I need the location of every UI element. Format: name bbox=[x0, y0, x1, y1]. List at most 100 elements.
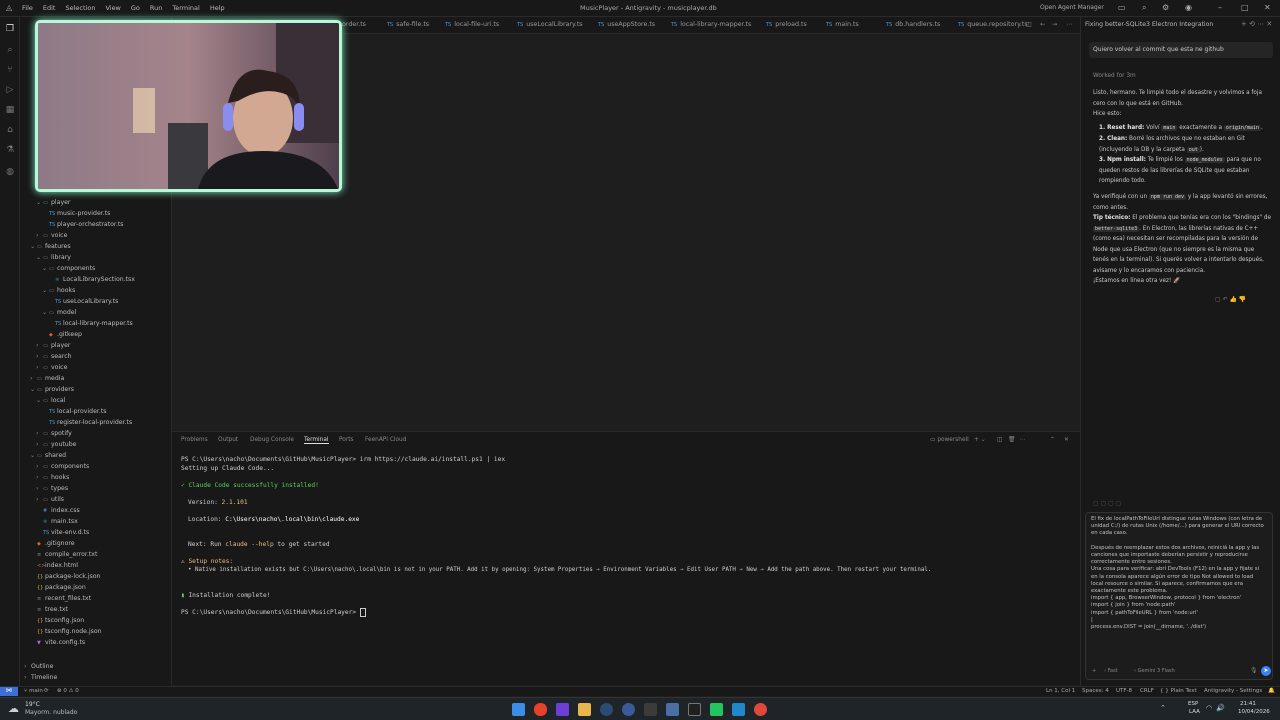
tab-safe-file[interactable]: TS safe-file.ts bbox=[387, 21, 429, 28]
terminal-shell-selector[interactable]: ▭ powershell bbox=[930, 437, 969, 443]
file-item[interactable]: {} tsconfig.node.json bbox=[30, 628, 102, 635]
tab-db-handlers[interactable]: TS db.handlers.ts bbox=[886, 21, 940, 28]
app-icon[interactable] bbox=[710, 703, 723, 716]
tab-local-library-mapper[interactable]: TS local-library-mapper.ts bbox=[671, 21, 751, 28]
maximize-icon[interactable]: □ bbox=[1241, 3, 1249, 12]
folder-item[interactable]: › ▭ hooks bbox=[36, 474, 69, 481]
kill-terminal-icon[interactable]: 🗑 bbox=[1008, 437, 1015, 443]
folder-item[interactable]: › ▭ player bbox=[36, 342, 70, 349]
file-item[interactable]: TS player-orchestrator.ts bbox=[42, 221, 124, 228]
file-item[interactable]: TS useLocalLibrary.ts bbox=[48, 298, 118, 305]
folder-item[interactable]: › ▭ types bbox=[36, 485, 68, 492]
file-item[interactable]: {} tsconfig.json bbox=[30, 617, 84, 624]
attachment-icons[interactable]: ▢ ▢ ▢ ▢ bbox=[1093, 500, 1121, 507]
folder-item[interactable]: ⌄ ▭ model bbox=[42, 309, 76, 316]
file-item[interactable]: TS register-local-provider.ts bbox=[42, 419, 132, 426]
account-icon[interactable]: ◉ bbox=[1185, 3, 1192, 12]
weather-temp[interactable]: 19°C bbox=[25, 701, 40, 708]
minimize-icon[interactable]: – bbox=[1218, 3, 1222, 12]
close-panel-icon[interactable]: ✕ bbox=[1064, 437, 1069, 443]
explorer-icon[interactable]: ❐ bbox=[5, 24, 15, 34]
language-mode[interactable]: { } Plain Text bbox=[1160, 688, 1197, 694]
new-chat-icon[interactable]: + ⟲ ⋯ ✕ bbox=[1241, 20, 1272, 28]
source-control-icon[interactable]: ⑂ bbox=[5, 65, 15, 75]
folder-item[interactable]: › ▭ components bbox=[36, 463, 89, 470]
settings-icon[interactable]: ⚙ bbox=[1162, 3, 1169, 12]
file-item[interactable]: ⚛ main.tsx bbox=[36, 518, 78, 525]
folder-item[interactable]: ⌄ ▭ library bbox=[36, 254, 71, 261]
file-item[interactable]: TS vite-env.d.ts bbox=[36, 529, 89, 536]
remote-icon[interactable]: ⌂ bbox=[5, 125, 15, 135]
file-item[interactable]: ⚛ LocalLibrarySection.tsx bbox=[48, 276, 135, 283]
close-icon[interactable]: ✕ bbox=[1264, 3, 1271, 12]
agent-icon[interactable]: ◍ bbox=[5, 167, 15, 177]
maximize-panel-icon[interactable]: ⌃ bbox=[1050, 437, 1055, 443]
folder-icon[interactable] bbox=[578, 703, 591, 716]
timeline-section[interactable]: › Timeline bbox=[24, 674, 57, 681]
tray-icons[interactable]: ⌃ bbox=[1160, 704, 1166, 712]
menu-help[interactable]: Help bbox=[210, 4, 225, 12]
folder-item[interactable]: ⌄ ▭ local bbox=[36, 397, 65, 404]
folder-item[interactable]: › ▭ search bbox=[36, 353, 72, 360]
run-debug-icon[interactable]: ▷ bbox=[5, 85, 15, 95]
terminal-prompt[interactable]: PS C:\Users\nacho\Documents\GitHub\Music… bbox=[181, 608, 366, 617]
tab-local-file-uri[interactable]: TS local-file-uri.ts bbox=[445, 21, 499, 28]
app-icon[interactable] bbox=[666, 703, 679, 716]
folder-item[interactable]: › ▭ voice bbox=[36, 364, 67, 371]
folder-item[interactable]: › ▭ utils bbox=[36, 496, 64, 503]
feedback-icons[interactable]: ▢ ↶ 👍 👎 bbox=[1215, 296, 1246, 303]
keyboard-lang-1[interactable]: ESP bbox=[1188, 701, 1198, 707]
tab-terminal[interactable]: Terminal bbox=[304, 437, 329, 444]
chat-input-text[interactable]: El fix de localPathToFileUrl distingue r… bbox=[1091, 516, 1267, 656]
file-item[interactable]: {} package.json bbox=[30, 584, 86, 591]
tab-use-local-library[interactable]: TS useLocalLibrary.ts bbox=[517, 21, 583, 28]
tab-output[interactable]: Output bbox=[218, 437, 238, 443]
file-item[interactable]: <>index.html bbox=[30, 562, 78, 569]
file-item[interactable]: ≡ recent_files.txt bbox=[30, 595, 91, 602]
obs-icon[interactable] bbox=[688, 703, 701, 716]
app-icon[interactable] bbox=[754, 703, 767, 716]
folder-item[interactable]: › ▭ youtube bbox=[36, 441, 76, 448]
clock-date[interactable]: 10/04/2026 bbox=[1238, 709, 1270, 715]
clock-time[interactable]: 21:41 bbox=[1240, 701, 1256, 707]
tab-problems[interactable]: Problems bbox=[181, 437, 208, 443]
remote-indicator-icon[interactable]: ⋈ bbox=[0, 687, 18, 696]
tab-queue-repository[interactable]: TS queue.repository.ts bbox=[958, 21, 1028, 28]
antigravity-icon[interactable] bbox=[644, 703, 657, 716]
tab-use-app-store[interactable]: TS useAppStore.ts bbox=[598, 21, 655, 28]
more-icon[interactable]: ⋯ bbox=[1066, 21, 1072, 28]
app-icon[interactable] bbox=[556, 703, 569, 716]
menu-run[interactable]: Run bbox=[150, 4, 162, 12]
layout-icon[interactable]: ▭ bbox=[1118, 3, 1126, 12]
file-item[interactable]: ◆ .gitkeep bbox=[42, 331, 82, 338]
terminal-output[interactable]: PS C:\Users\nacho\Documents\GitHub\Music… bbox=[172, 447, 1080, 685]
forward-icon[interactable]: → bbox=[1052, 21, 1057, 28]
back-icon[interactable]: ← bbox=[1040, 21, 1045, 28]
folder-item[interactable]: ⌄ ▭ components bbox=[42, 265, 95, 272]
weather-desc[interactable]: Mayorm. nublado bbox=[25, 709, 77, 716]
outline-section[interactable]: › Outline bbox=[24, 663, 53, 670]
folder-item[interactable]: › ▭ voice bbox=[36, 232, 67, 239]
search-icon[interactable]: ⌕ bbox=[5, 45, 15, 55]
volume-icon[interactable]: 🔊 bbox=[1216, 704, 1225, 712]
folder-item[interactable]: › ▭ spotify bbox=[36, 430, 72, 437]
agent-manager-button[interactable]: Open Agent Manager bbox=[1040, 4, 1104, 11]
menu-file[interactable]: File bbox=[22, 4, 33, 12]
cursor-position[interactable]: Ln 1, Col 1 bbox=[1046, 688, 1075, 694]
folder-item[interactable]: ⌄ ▭ hooks bbox=[42, 287, 75, 294]
tab-order[interactable]: order.ts bbox=[342, 21, 366, 28]
keyboard-lang-2[interactable]: LAA bbox=[1189, 709, 1200, 715]
menu-view[interactable]: View bbox=[105, 4, 120, 12]
tab-preload[interactable]: TS preload.ts bbox=[766, 21, 807, 28]
folder-item[interactable]: ⌄ ▭ player bbox=[36, 199, 70, 206]
file-item[interactable]: ◆ .gitignore bbox=[30, 540, 75, 547]
search-icon[interactable]: ⌕ bbox=[1142, 3, 1146, 13]
file-item[interactable]: ≡ tree.txt bbox=[30, 606, 68, 613]
tab-ports[interactable]: Ports bbox=[339, 437, 354, 443]
menu-selection[interactable]: Selection bbox=[65, 4, 95, 12]
split-terminal-icon[interactable]: ◫ bbox=[997, 437, 1002, 443]
split-editor-icon[interactable]: ◫ bbox=[1026, 21, 1032, 28]
brave-icon[interactable] bbox=[534, 703, 547, 716]
app-icon[interactable] bbox=[622, 703, 635, 716]
problems-indicator[interactable]: ⊗ 0 ⚠ 0 bbox=[57, 688, 79, 694]
